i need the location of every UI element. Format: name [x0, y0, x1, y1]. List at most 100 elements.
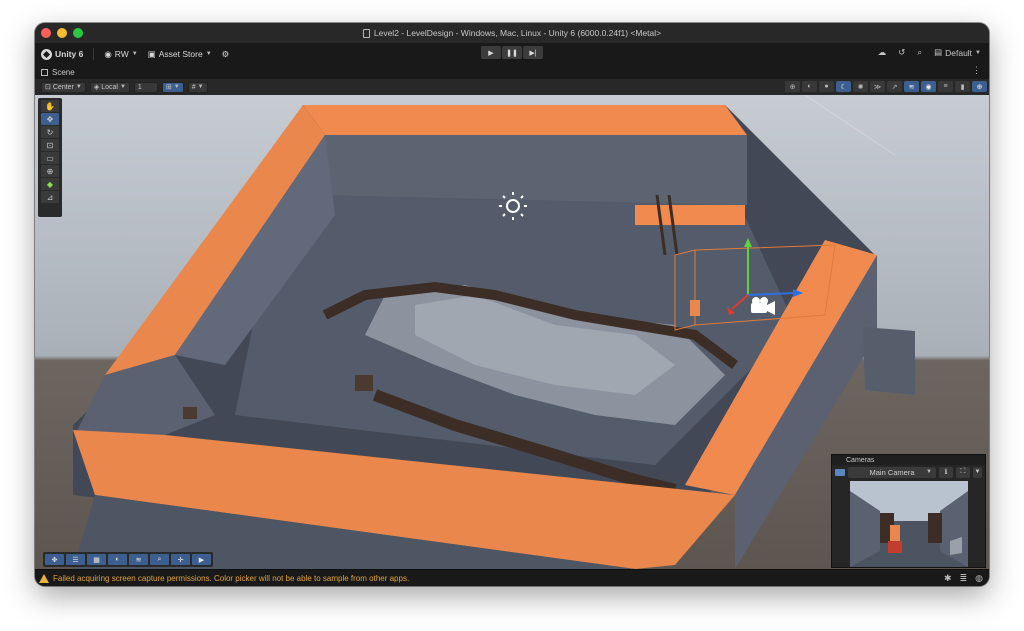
camera-dropdown[interactable]: Main Camera ▼: [848, 466, 936, 478]
bottom-tool-settings[interactable]: ☰: [66, 554, 85, 565]
scale-icon: ⊡: [46, 140, 54, 150]
effects-icon[interactable]: ✺: [853, 81, 868, 92]
transform-icon: ✛: [177, 556, 184, 564]
store-bag-icon: ▣: [147, 48, 156, 59]
render-mode-icon[interactable]: ◐: [802, 81, 817, 92]
chevron-down-icon: ▼: [131, 51, 138, 57]
camera-menu-button[interactable]: ▼: [973, 466, 982, 478]
chevron-down-icon: ▼: [197, 84, 204, 90]
gizmos-icon[interactable]: ⊕: [972, 81, 987, 92]
history-icon[interactable]: ↺: [898, 47, 905, 58]
zoom-window-button[interactable]: [73, 28, 83, 38]
move-tool-button[interactable]: ✥: [41, 113, 59, 125]
grid-snap-value: 1: [137, 83, 142, 91]
status-message[interactable]: Failed acquiring screen capture permissi…: [53, 574, 409, 583]
custom-tool-button[interactable]: ◆: [41, 178, 59, 190]
cloud-icon[interactable]: ☁: [878, 47, 887, 58]
chevron-down-icon: ▼: [926, 469, 932, 475]
camera-info-button[interactable]: ℹ: [939, 466, 953, 478]
scene-view-options: ⊕ ◐ ● ☾ ✺ ≫ ↗ ≋ ◉ ≡ ▮ ⊕: [785, 81, 987, 92]
asset-store-label: Asset Store: [158, 49, 203, 59]
camera-frame-button[interactable]: ⛶: [956, 466, 970, 478]
search-icon[interactable]: ⌕: [917, 47, 922, 58]
document-icon: [362, 28, 370, 38]
grid-icon: ▦: [93, 556, 100, 564]
bottom-tool-search[interactable]: ⌕: [150, 554, 169, 565]
status-bar: Failed acquiring screen capture permissi…: [35, 569, 989, 586]
tab-scene[interactable]: Scene: [52, 68, 75, 77]
rect-tool-button[interactable]: ▭: [41, 152, 59, 164]
step-button[interactable]: ▶|: [523, 46, 543, 59]
draw-mode-icon[interactable]: ⊕: [785, 81, 800, 92]
cube-icon: ◈: [93, 84, 100, 91]
layers-icon: ≋: [135, 556, 142, 564]
chevron-down-icon: ▼: [119, 84, 126, 90]
rotate-tool-button[interactable]: ↻: [41, 126, 59, 138]
camera-icon: [835, 468, 845, 476]
layers-icon[interactable]: ≋: [904, 81, 919, 92]
light-icon: ◐: [115, 556, 120, 563]
bottom-tools-overlay: ✥ ☰ ▦ ◐ ≋ ⌕ ✛ ▶: [43, 552, 213, 567]
editor-tool-button[interactable]: ⊿: [41, 191, 59, 203]
bottom-tool-light[interactable]: ◐: [108, 554, 127, 565]
unity-menu-button[interactable]: Unity 6: [41, 48, 84, 60]
editor-tool-icon: ⊿: [46, 192, 54, 202]
space-mode-dropdown[interactable]: ◈ Local ▼: [89, 81, 130, 93]
move-icon: ✥: [46, 114, 54, 124]
unity-logo-icon: [41, 48, 52, 60]
custom-tool-icon: ◆: [46, 179, 54, 189]
camera-select-row: Main Camera ▼ ℹ ⛶ ▼: [832, 465, 985, 479]
bottom-tool-camera[interactable]: ▶: [192, 554, 211, 565]
audio-toggle-icon[interactable]: ≫: [870, 81, 885, 92]
camera-settings-icon[interactable]: ▮: [955, 81, 970, 92]
debug-icon[interactable]: ✱: [944, 573, 952, 584]
close-window-button[interactable]: [41, 28, 51, 38]
cache-server-icon[interactable]: ≣: [960, 573, 968, 584]
grid-icon: #: [191, 83, 196, 91]
grid-snap-field[interactable]: 1: [133, 81, 158, 93]
stack-icon[interactable]: ≡: [938, 81, 953, 92]
bottom-tool-grid[interactable]: ▦: [87, 554, 106, 565]
bottom-tool-move[interactable]: ✥: [45, 554, 64, 565]
transform-tool-button[interactable]: ⊕: [41, 165, 59, 177]
bottom-tool-transform[interactable]: ✛: [171, 554, 190, 565]
scale-tool-button[interactable]: ⊡: [41, 139, 59, 151]
scene-grid-icon: [41, 68, 48, 76]
layout-label: Default: [945, 47, 973, 58]
rotate-icon: ↻: [46, 127, 54, 137]
play-button[interactable]: ▶: [481, 46, 501, 59]
layout-dropdown[interactable]: ▤ Default ▼: [934, 47, 981, 58]
platform-top: [635, 205, 745, 225]
shaded-icon[interactable]: ●: [819, 81, 834, 92]
rect-icon: ▭: [46, 153, 54, 163]
warning-icon: [39, 573, 49, 583]
lighting-toggle-icon[interactable]: ☾: [836, 81, 851, 92]
minimize-window-button[interactable]: [57, 28, 67, 38]
play-icon: ▶: [488, 49, 494, 57]
chevron-down-icon: ▼: [173, 84, 180, 90]
grid-visibility-toggle[interactable]: # ▼: [187, 81, 208, 93]
hand-tool-button[interactable]: ✋: [41, 100, 59, 112]
asset-store-button[interactable]: ▣ Asset Store ▼: [148, 49, 212, 60]
pivot-mode-dropdown[interactable]: ⊡ Center ▼: [41, 81, 86, 93]
cameras-overlay: Cameras Main Camera ▼ ℹ ⛶ ▼: [831, 454, 986, 568]
more-options-icon[interactable]: ⋮: [972, 65, 981, 76]
play-controls: ▶ ❚❚ ▶|: [481, 46, 543, 59]
services-button[interactable]: ⚙: [222, 49, 230, 60]
tools-overlay: ✋ ✥ ↻ ⊡ ▭ ⊕ ◆ ⊿: [38, 98, 62, 217]
pause-button[interactable]: ❚❚: [502, 46, 522, 59]
account-button[interactable]: ◉ RW ▼: [104, 49, 137, 60]
visibility-icon[interactable]: ◉: [921, 81, 936, 92]
settings-icon: ☰: [72, 556, 79, 564]
frame-icon: ⛶: [960, 468, 966, 475]
unity-label: Unity 6: [55, 49, 84, 59]
progress-check-icon[interactable]: ◍: [975, 573, 983, 584]
snap-toggle[interactable]: ⊞ ▼: [161, 81, 184, 93]
pivot-label: Center: [52, 83, 74, 91]
cameras-overlay-title: Cameras: [832, 455, 985, 465]
title-bar: Level2 - LevelDesign - Windows, Mac, Lin…: [35, 23, 989, 43]
fx-icon[interactable]: ↗: [887, 81, 902, 92]
chevron-down-icon: ▼: [75, 84, 82, 90]
bottom-tool-layers[interactable]: ≋: [129, 554, 148, 565]
hand-icon: ✋: [45, 101, 55, 111]
